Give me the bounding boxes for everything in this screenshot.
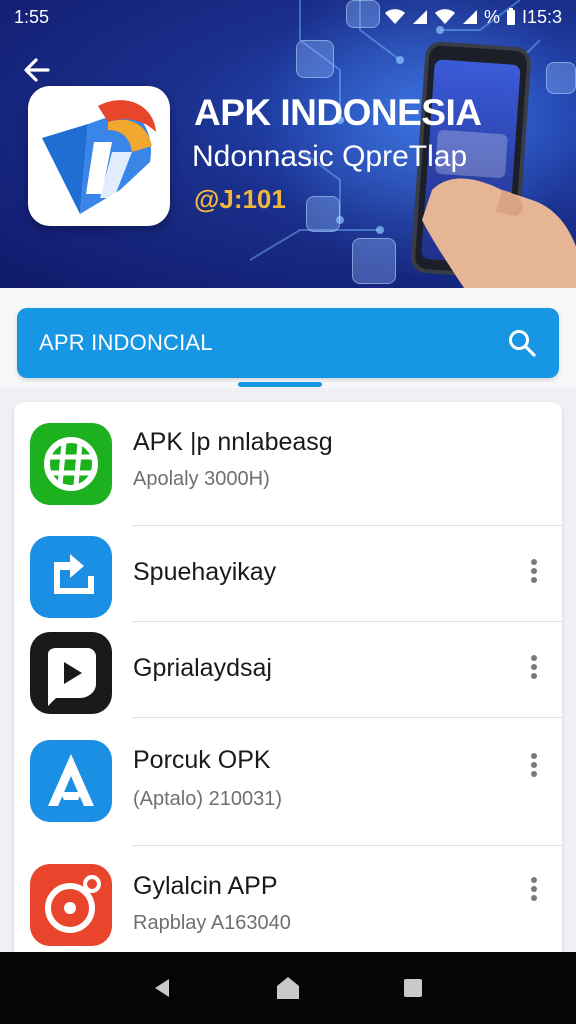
app-list: APK |p nnlabeasg Apolaly 3000H) Spuehayi… <box>14 402 562 962</box>
app-icon <box>30 423 112 505</box>
hand-illustration <box>422 178 576 288</box>
search-icon[interactable] <box>507 328 537 358</box>
app-name: Gprialaydsaj <box>133 654 272 682</box>
status-time: 1:55 <box>14 6 50 27</box>
floating-avatar-icon <box>352 238 396 284</box>
floating-avatar-icon <box>306 196 340 232</box>
app-name: APK |p nnlabeasg <box>133 428 333 456</box>
app-icon <box>30 864 112 946</box>
hashtag-app-icon <box>44 437 98 491</box>
app-name: Gylalcin APP <box>133 872 278 900</box>
app-name: Porcuk OPK <box>133 746 271 774</box>
nav-back-icon[interactable] <box>149 974 177 1002</box>
app-icon <box>30 632 112 714</box>
app-meta: Rapblay A163040 <box>133 912 291 934</box>
system-nav-bar <box>0 952 576 1024</box>
app-icon <box>30 740 112 822</box>
list-item[interactable]: Spuehayikay <box>14 526 562 622</box>
app-store-icon <box>48 754 94 806</box>
app-name: Spuehayikay <box>133 558 277 586</box>
status-clock: I15:3 <box>521 6 562 27</box>
apk-indonesia-logo-icon <box>42 100 156 214</box>
more-options-icon[interactable] <box>522 652 546 688</box>
search-query[interactable]: APR INDONCIAL <box>39 330 507 356</box>
signal-icon <box>462 10 477 24</box>
app-logo <box>28 86 170 226</box>
more-options-icon[interactable] <box>522 556 546 592</box>
nav-recents-icon[interactable] <box>399 974 427 1002</box>
battery-icon <box>506 8 515 25</box>
hero-code: @J:101 <box>194 184 286 214</box>
app-icon <box>30 536 112 618</box>
list-item[interactable]: APK |p nnlabeasg Apolaly 3000H) <box>14 402 562 526</box>
nav-home-icon[interactable] <box>274 974 302 1002</box>
app-meta: (Aptalo) 210031) <box>133 788 282 810</box>
hero-title: APK INDONESIA <box>194 92 482 133</box>
tab-indicator <box>238 382 322 387</box>
status-bar: 1:55 % I15:3 <box>0 0 576 34</box>
wifi-icon <box>384 9 405 24</box>
floating-app-icon <box>296 40 334 78</box>
floating-app-icon <box>546 62 576 94</box>
wifi-icon <box>434 9 455 24</box>
list-item[interactable]: Gprialaydsaj <box>14 622 562 718</box>
hero-subtitle: Ndonnasic QpreTlap <box>192 140 468 173</box>
list-item[interactable]: Porcuk OPK (Aptalo) 210031) <box>14 718 562 846</box>
list-item[interactable]: Gylalcin APP Rapblay A163040 <box>14 846 562 962</box>
more-options-icon[interactable] <box>522 750 546 786</box>
music-app-icon <box>45 875 101 933</box>
search-bar[interactable]: APR INDONCIAL <box>17 308 559 378</box>
signal-icon <box>412 10 427 24</box>
battery-percent: % <box>483 6 500 27</box>
chat-app-icon <box>54 554 94 594</box>
play-bubble-app-icon <box>48 648 96 706</box>
app-meta: Apolaly 3000H) <box>133 468 270 490</box>
search-section: APR INDONCIAL <box>0 288 576 388</box>
more-options-icon[interactable] <box>522 874 546 910</box>
